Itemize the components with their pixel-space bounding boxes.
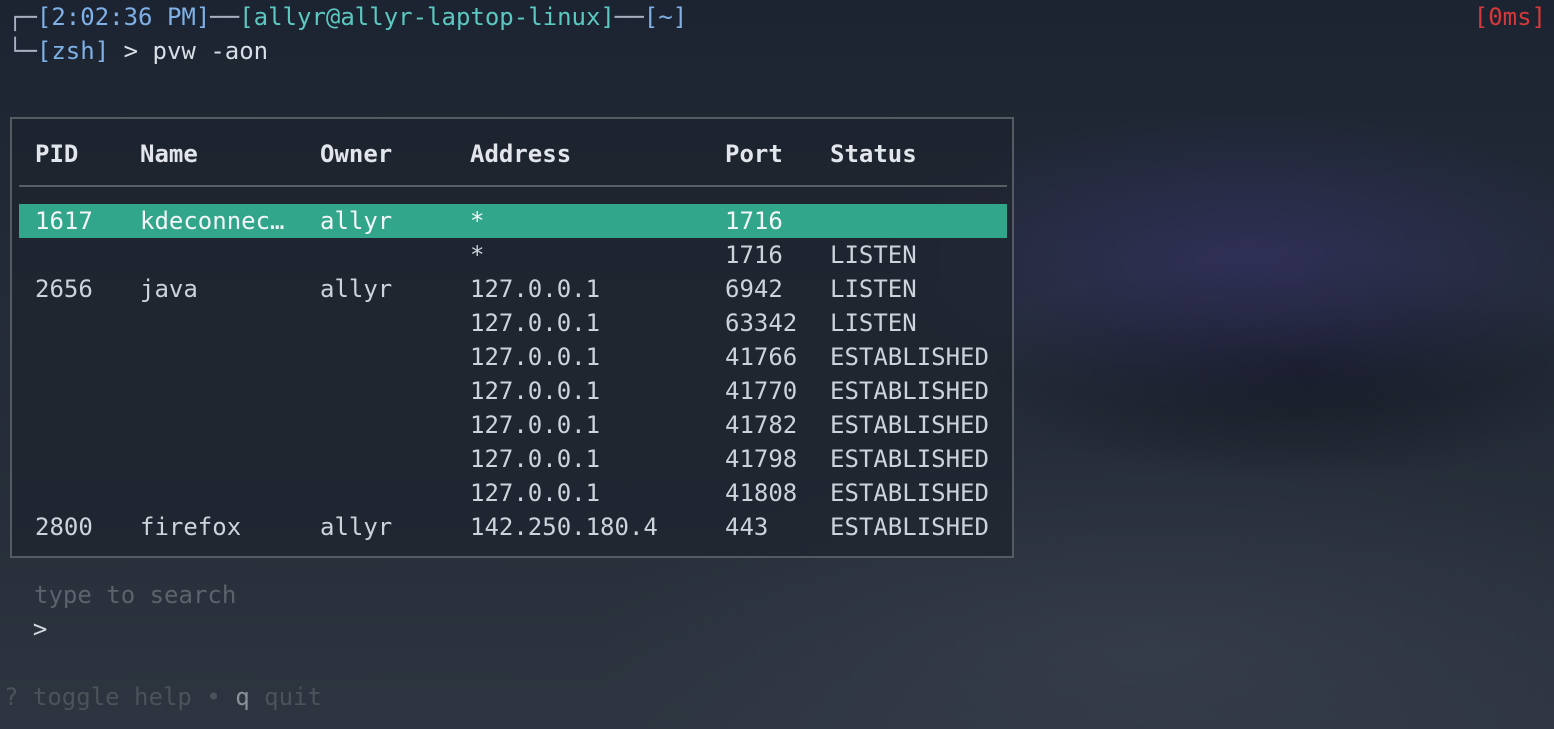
header-owner: Owner bbox=[320, 140, 393, 168]
quit-label: quit bbox=[264, 683, 322, 711]
cell-address: 127.0.0.1 bbox=[470, 377, 601, 405]
prompt-command: pvw -aon bbox=[152, 37, 269, 65]
help-label: toggle help bbox=[32, 683, 192, 711]
table-row[interactable]: * 1716 LISTEN bbox=[12, 238, 1012, 272]
cell-owner: allyr bbox=[320, 207, 393, 235]
cell-status: LISTEN bbox=[830, 275, 917, 303]
cell-address: 127.0.0.1 bbox=[470, 309, 601, 337]
cell-address: * bbox=[470, 241, 485, 269]
prompt-time: [2:02:36 PM] bbox=[36, 3, 211, 31]
cell-port: 41770 bbox=[725, 377, 798, 405]
cell-pid: 1617 bbox=[35, 207, 93, 235]
cell-pid: 2800 bbox=[35, 513, 93, 541]
search-input[interactable] bbox=[34, 578, 634, 612]
cell-status: ESTABLISHED bbox=[830, 445, 989, 473]
table-row[interactable]: 127.0.0.1 41808 ESTABLISHED bbox=[12, 476, 1012, 510]
table-row[interactable]: 127.0.0.1 63342 LISTEN bbox=[12, 306, 1012, 340]
cell-port: 41766 bbox=[725, 343, 798, 371]
cell-port: 63342 bbox=[725, 309, 798, 337]
cell-owner: allyr bbox=[320, 513, 393, 541]
header-status: Status bbox=[830, 140, 917, 168]
header-port: Port bbox=[725, 140, 783, 168]
cell-status: ESTABLISHED bbox=[830, 513, 989, 541]
table-row[interactable]: 2656 java allyr 127.0.0.1 6942 LISTEN bbox=[12, 272, 1012, 306]
cell-port: 1716 bbox=[725, 241, 783, 269]
command-timer: [0ms] bbox=[1473, 3, 1546, 31]
prompt-dash-2: ── bbox=[614, 3, 644, 31]
cell-port: 6942 bbox=[725, 275, 783, 303]
cell-port: 41782 bbox=[725, 411, 798, 439]
cell-port: 41808 bbox=[725, 479, 798, 507]
prompt-corner-top: ┌─ bbox=[8, 3, 37, 31]
prompt-dash-1: ── bbox=[210, 3, 240, 31]
process-table: PID Name Owner Address Port Status 1617 k… bbox=[10, 117, 1014, 558]
cell-port: 41798 bbox=[725, 445, 798, 473]
table-row[interactable]: 2800 firefox allyr 142.250.180.4 443 ESTABLIS… bbox=[12, 510, 1012, 544]
prompt-shell: [zsh] bbox=[36, 37, 110, 65]
search-bar[interactable]: > bbox=[4, 578, 634, 643]
cell-name: firefox bbox=[140, 513, 242, 541]
cell-address: 127.0.0.1 bbox=[470, 445, 601, 473]
table-row[interactable]: 127.0.0.1 41782 ESTABLISHED bbox=[12, 408, 1012, 442]
header-pid: PID bbox=[35, 140, 79, 168]
header-divider bbox=[19, 185, 1007, 187]
cell-address: 127.0.0.1 bbox=[470, 275, 601, 303]
table-row[interactable]: 127.0.0.1 41766 ESTABLISHED bbox=[12, 340, 1012, 374]
cell-status: ESTABLISHED bbox=[830, 343, 989, 371]
cell-address: 127.0.0.1 bbox=[470, 479, 601, 507]
header-address: Address bbox=[470, 140, 572, 168]
prompt-user-host: [allyr@allyr-laptop-linux] bbox=[239, 3, 615, 31]
help-separator: • bbox=[206, 683, 221, 711]
cell-name: java bbox=[140, 275, 198, 303]
cell-address: * bbox=[470, 207, 485, 235]
prompt-corner-bottom: └─ bbox=[8, 37, 37, 65]
cell-status: LISTEN bbox=[830, 309, 917, 337]
cell-address: 127.0.0.1 bbox=[470, 411, 601, 439]
cell-port: 1716 bbox=[725, 207, 783, 235]
cell-status: ESTABLISHED bbox=[830, 411, 989, 439]
prompt-line-2: └─[zsh] > pvw -aon bbox=[8, 34, 268, 68]
cell-port: 443 bbox=[725, 513, 769, 541]
prompt-arrow: > bbox=[109, 37, 153, 65]
table-row[interactable]: 127.0.0.1 41798 ESTABLISHED bbox=[12, 442, 1012, 476]
header-name: Name bbox=[140, 140, 198, 168]
help-footer: ? toggle help • q quit bbox=[4, 680, 322, 714]
cell-status: ESTABLISHED bbox=[830, 479, 989, 507]
cell-name: kdeconnec… bbox=[140, 207, 285, 235]
table-header-row: PID Name Owner Address Port Status bbox=[12, 137, 1012, 171]
cell-pid: 2656 bbox=[35, 275, 93, 303]
prompt-line-1: ┌─[2:02:36 PM]──[allyr@allyr-laptop-linu… bbox=[8, 0, 687, 34]
quit-key[interactable]: q bbox=[235, 683, 249, 711]
cell-address: 127.0.0.1 bbox=[470, 343, 601, 371]
table-body: 1617 kdeconnec… allyr * 1716 * 1716 LISTEN 2656 j… bbox=[12, 204, 1012, 544]
help-key[interactable]: ? bbox=[4, 683, 18, 711]
cell-address: 142.250.180.4 bbox=[470, 513, 658, 541]
cell-owner: allyr bbox=[320, 275, 393, 303]
search-caret: > bbox=[32, 615, 48, 643]
cell-status: LISTEN bbox=[830, 241, 917, 269]
table-row-selected[interactable]: 1617 kdeconnec… allyr * 1716 bbox=[19, 204, 1007, 238]
cell-status: ESTABLISHED bbox=[830, 377, 989, 405]
prompt-cwd: [~] bbox=[643, 3, 688, 31]
table-row[interactable]: 127.0.0.1 41770 ESTABLISHED bbox=[12, 374, 1012, 408]
